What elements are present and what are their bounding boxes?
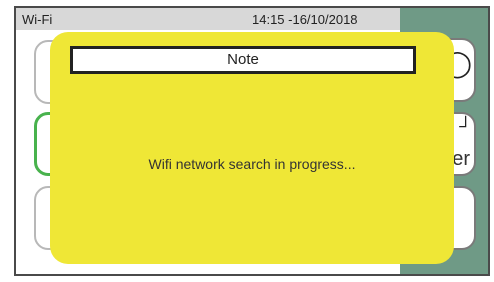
device-screen: Wi-Fi 14:15 -16/10/2018 ◯ ┘ er Note Wifi… bbox=[14, 6, 490, 276]
dialog-message: Wifi network search in progress... bbox=[148, 156, 356, 172]
side-card-2-label: er bbox=[452, 148, 470, 170]
dialog-title-bar: Note bbox=[70, 46, 416, 74]
corner-bracket-icon: ┘ bbox=[459, 116, 472, 136]
date-time: 14:15 -16/10/2018 bbox=[252, 12, 358, 27]
note-dialog: Note Wifi network search in progress... bbox=[50, 32, 454, 264]
screen-title: Wi-Fi bbox=[22, 12, 53, 27]
